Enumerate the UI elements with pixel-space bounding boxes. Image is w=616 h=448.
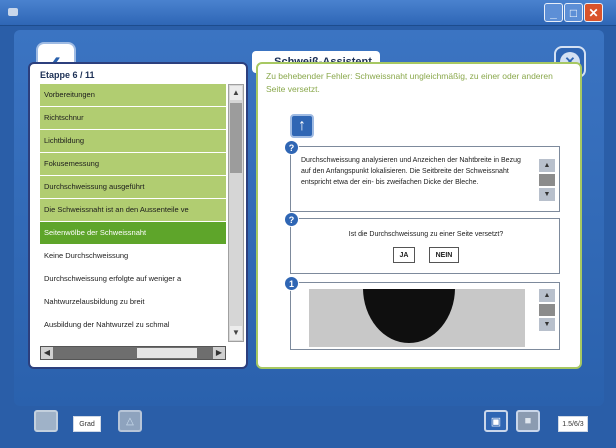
stage-list-panel: Etappe 6 / 11 Vorbereitungen Richtschnur…	[28, 62, 248, 369]
stage-label: Etappe 6 / 11	[40, 70, 95, 80]
title-bar: _ □ ✕	[0, 0, 616, 26]
list-item[interactable]: Durchschweissung erfolgte auf weniger a	[40, 268, 226, 290]
info-display: 1.5/6/3	[558, 416, 588, 432]
weld-seam-shape	[363, 289, 455, 343]
scroll-down-icon[interactable]: ▼	[230, 326, 242, 340]
instruction-scrollbar[interactable]: ▲ ▼	[539, 159, 555, 203]
list-item[interactable]: Vorbereitungen	[40, 84, 226, 106]
instruction-box: ? Durchschweissung analysieren und Anzei…	[284, 140, 560, 212]
text-button[interactable]: Grad	[73, 416, 101, 432]
image-scrollbar[interactable]: ▲ ▼	[539, 289, 555, 333]
scroll-thumb[interactable]	[539, 304, 555, 316]
help-icon: ?	[284, 212, 299, 227]
question-box: ? Ist die Durchschweissung zu einer Seit…	[284, 212, 560, 274]
app-icon	[8, 8, 18, 16]
minimize-button[interactable]: _	[544, 3, 563, 22]
no-button[interactable]: NEIN	[429, 247, 459, 263]
scroll-down-icon[interactable]: ▼	[539, 188, 555, 201]
window-close-button[interactable]: ✕	[584, 3, 603, 22]
question-text: Ist die Durchschweissung zu einer Seite …	[348, 231, 504, 238]
scroll-up-icon[interactable]: ▲	[539, 159, 555, 172]
list-item[interactable]: Die Schweissnaht ist an den Aussenteile …	[40, 199, 226, 221]
scroll-up-icon[interactable]: ▲	[230, 86, 242, 100]
vertical-scrollbar[interactable]: ▲ ▼	[228, 84, 244, 342]
error-description: Zu behebender Fehler: Schweissnaht ungle…	[266, 71, 553, 94]
stage-list: Vorbereitungen Richtschnur Lichtbildung …	[40, 84, 226, 342]
list-item[interactable]: Lichtbildung	[40, 130, 226, 152]
scroll-down-icon[interactable]: ▼	[539, 318, 555, 331]
list-item[interactable]: Richtschnur	[40, 107, 226, 129]
info-icon: 1	[284, 276, 299, 291]
monitor-button[interactable]	[34, 410, 58, 432]
help-icon: ?	[284, 140, 299, 155]
list-item[interactable]: Keine Durchschweissung	[40, 245, 226, 267]
maximize-button[interactable]: □	[564, 3, 583, 22]
list-item[interactable]: Nahtwurzelausbildung zu breit	[40, 291, 226, 313]
scroll-thumb[interactable]	[539, 174, 555, 186]
arrow-up-icon: ↑	[298, 117, 306, 134]
yes-button[interactable]: JA	[393, 247, 415, 263]
step-content-panel: Zu behebender Fehler: Schweissnaht ungle…	[256, 62, 582, 369]
save-icon: ▣	[490, 415, 502, 428]
shapes-button[interactable]: △	[118, 410, 142, 432]
scroll-thumb[interactable]	[230, 103, 242, 173]
up-button[interactable]: ↑	[290, 114, 314, 138]
instruction-text: Durchschweissung analysieren und Anzeich…	[301, 157, 521, 186]
list-item[interactable]: Durchschweissung ausgeführt	[40, 176, 226, 198]
scroll-left-icon[interactable]: ◀	[41, 347, 53, 359]
shapes-icon: △	[126, 415, 134, 427]
weld-seam-image	[309, 289, 525, 347]
scroll-up-icon[interactable]: ▲	[539, 289, 555, 302]
lock-icon: ■	[524, 415, 532, 427]
horizontal-scrollbar[interactable]: ◀ ▶	[40, 346, 226, 360]
list-item[interactable]: Fokusemessung	[40, 153, 226, 175]
scroll-thumb[interactable]	[137, 348, 197, 358]
list-item[interactable]: Ausbildung der Nahtwurzel zu schmal	[40, 314, 226, 336]
image-box: 1 ▲ ▼	[284, 276, 560, 350]
minimize-icon: _	[550, 5, 557, 20]
save-button[interactable]: ▣	[484, 410, 508, 432]
maximize-icon: □	[569, 5, 578, 20]
scroll-right-icon[interactable]: ▶	[213, 347, 225, 359]
lock-button[interactable]: ■	[516, 410, 540, 432]
list-item-active[interactable]: Seitenwölbe der Schweissnaht	[40, 222, 226, 244]
close-icon: ✕	[588, 5, 599, 20]
